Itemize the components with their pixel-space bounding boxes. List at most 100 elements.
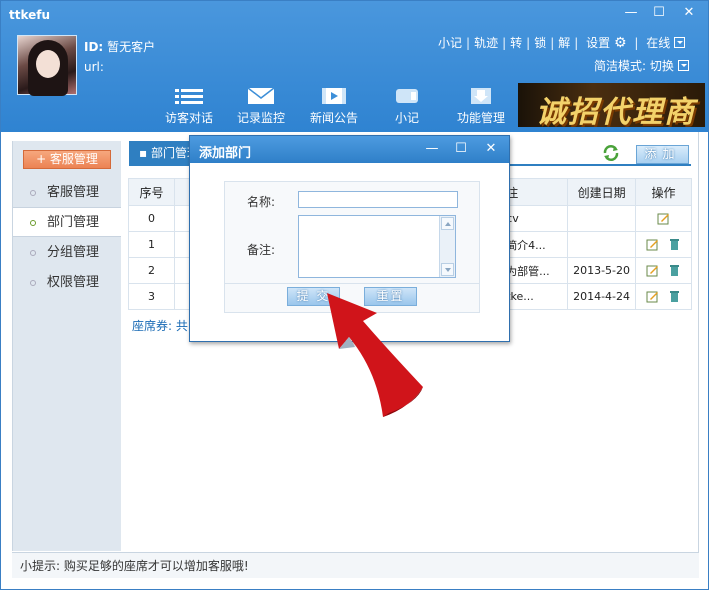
banner-text: 诚招代理商 [536, 95, 696, 127]
scroll-up-icon[interactable] [441, 217, 454, 230]
row-actions [635, 205, 692, 232]
top-links: 小记 | 轨迹 | 转 | 锁 | 解 | 设置 ⚙ | 在线 [438, 34, 686, 51]
edit-icon[interactable] [657, 212, 670, 225]
toolbar-label: 小记 [394, 111, 419, 125]
seat-count: 座席券: 共 [132, 319, 188, 333]
row-date: 2013-5-20 [567, 257, 637, 284]
edit-icon[interactable] [646, 238, 659, 251]
scroll-down-icon[interactable] [441, 263, 454, 276]
row-actions [635, 257, 692, 284]
avatar [17, 35, 77, 96]
id-value: 暂无客户 [107, 40, 156, 54]
remark-scrollbar[interactable] [439, 216, 455, 277]
toolbar-note[interactable]: 小记 [372, 87, 442, 126]
toolbar-news[interactable]: 新闻公告 [299, 87, 369, 126]
solve-link[interactable]: 解 [558, 36, 570, 50]
row-actions [635, 231, 692, 258]
list-icon [175, 89, 203, 104]
url-label: url: [84, 60, 104, 74]
visitor-id: ID: 暂无客户 [84, 38, 155, 55]
dropdown-icon[interactable] [677, 60, 689, 71]
note-link[interactable]: 小记 [438, 36, 462, 50]
edit-icon[interactable] [646, 264, 659, 277]
toolbar-label: 访客对话 [164, 111, 213, 125]
column-header: 注 [503, 178, 569, 206]
dialog-minimize-button[interactable]: — [422, 140, 442, 158]
dialog-close-button[interactable]: ✕ [481, 140, 501, 158]
toolbar-record-monitor[interactable]: 记录监控 [226, 87, 296, 126]
row-number: 1 [128, 231, 175, 258]
simple-mode-toggle[interactable]: 简洁模式: 切换 [594, 57, 689, 74]
promo-banner[interactable]: 诚招代理商 [518, 83, 705, 127]
sidebar-header-button[interactable]: + 客服管理 [23, 150, 111, 169]
sidebar-item-label: 部门管理 [47, 215, 100, 230]
trash-icon[interactable] [668, 264, 681, 277]
bullet-icon [30, 280, 36, 286]
row-date [567, 231, 637, 258]
visitor-url: url: [84, 60, 104, 74]
app-title: ttkefu [9, 8, 51, 22]
close-button[interactable]: ✕ [678, 4, 700, 22]
edit-icon[interactable] [646, 290, 659, 303]
gear-icon[interactable]: ⚙ [614, 35, 627, 51]
dialog-maximize-button[interactable]: ☐ [451, 140, 471, 158]
sidebar-item-service-management[interactable]: 客服管理 [13, 178, 122, 208]
column-header: 操作 [635, 178, 692, 206]
sidebar-item-label: 权限管理 [47, 275, 100, 290]
dropdown-icon[interactable] [674, 37, 686, 48]
sidebar-item-permission-management[interactable]: 权限管理 [13, 268, 122, 298]
toolbar-label: 记录监控 [236, 111, 285, 125]
lock-link[interactable]: 锁 [534, 36, 546, 50]
toolbar-label: 功能管理 [456, 111, 505, 125]
header-bar: ttkefu — ☐ ✕ ID: 暂无客户 url: 小记 | 轨迹 | 转 | 锁 | 解 | … [1, 1, 708, 132]
trash-icon[interactable] [668, 238, 681, 251]
bullet-icon [30, 220, 36, 226]
bullet-icon [30, 190, 36, 196]
row-date: 2014-4-24 [567, 283, 637, 310]
toolbar-visitor-chat[interactable]: 访客对话 [154, 87, 224, 126]
row-actions [635, 283, 692, 310]
track-link[interactable]: 轨迹 [474, 36, 498, 50]
maximize-button[interactable]: ☐ [648, 4, 670, 22]
sidebar-item-label: 客服管理 [47, 185, 100, 200]
mail-icon [247, 87, 275, 104]
sidebar-item-group-management[interactable]: 分组管理 [13, 238, 122, 268]
refresh-icon[interactable] [602, 144, 620, 162]
transfer-link[interactable]: 转 [510, 36, 522, 50]
dialog-title: 添加部门 [199, 146, 252, 161]
row-remark: tke... [503, 283, 569, 310]
row-number: 2 [128, 257, 175, 284]
sidebar-item-label: 分组管理 [47, 245, 100, 260]
app-window: ttkefu — ☐ ✕ ID: 暂无客户 url: 小记 | 轨迹 | 转 | 锁 | 解 | … [0, 0, 709, 590]
minimize-button[interactable]: — [620, 4, 642, 22]
online-status[interactable]: 在线 [646, 36, 670, 50]
name-input[interactable] [298, 191, 458, 208]
row-remark: cv [503, 205, 569, 232]
row-number: 0 [128, 205, 175, 232]
row-number: 3 [128, 283, 175, 310]
dialog-titlebar[interactable]: 添加部门 — ☐ ✕ [190, 136, 509, 163]
video-icon [322, 88, 346, 104]
toolbar-label: 新闻公告 [309, 111, 358, 125]
form-divider [225, 283, 479, 284]
name-label: 名称: [247, 195, 276, 209]
column-header: 创建日期 [567, 178, 637, 206]
row-remark: 为部管... [503, 257, 569, 284]
pointer-arrow-icon [327, 293, 423, 417]
row-date [567, 205, 637, 232]
remark-textarea[interactable] [298, 215, 456, 278]
download-icon [471, 88, 491, 104]
tab-department-management[interactable]: ▪ 部门管理 [129, 141, 197, 165]
id-label: ID: [84, 40, 104, 54]
row-remark: 简介4... [503, 231, 569, 258]
sidebar: + 客服管理 客服管理 部门管理 分组管理 权限管理 [12, 141, 122, 551]
add-button[interactable]: 添加 [636, 145, 689, 164]
simple-mode-label: 简洁模式: 切换 [594, 59, 674, 73]
sidebar-item-department-management[interactable]: 部门管理 [13, 207, 122, 237]
settings-link[interactable]: 设置 [586, 36, 610, 50]
footer-tip: 小提示: 购买足够的座席才可以增加客服哦! [12, 552, 699, 578]
toolbar-functions[interactable]: 功能管理 [446, 87, 516, 126]
trash-icon[interactable] [668, 290, 681, 303]
note-icon [396, 89, 418, 103]
remark-label: 备注: [247, 243, 276, 257]
